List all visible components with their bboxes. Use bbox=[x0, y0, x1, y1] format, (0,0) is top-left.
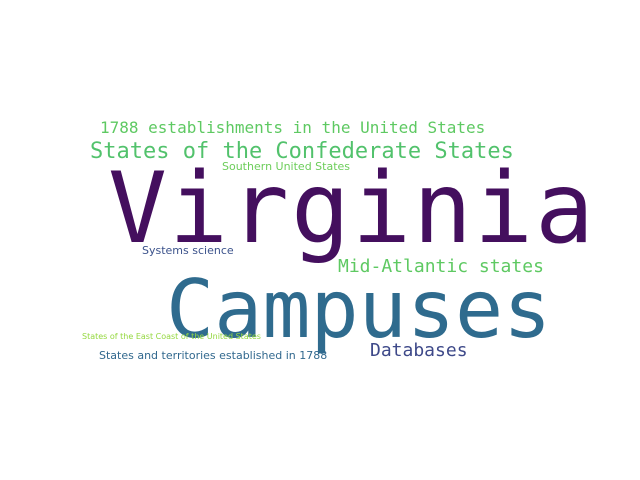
word-cloud: 1788 establishments in the United States… bbox=[0, 0, 640, 480]
word-states-of-the-east-coast: States of the East Coast of the United S… bbox=[82, 332, 261, 341]
word-databases: Databases bbox=[370, 340, 468, 361]
word-states-and-territories-1788: States and territories established in 17… bbox=[99, 349, 328, 362]
word-systems-science: Systems science bbox=[142, 244, 234, 257]
word-1788-establishments: 1788 establishments in the United States bbox=[100, 118, 486, 137]
